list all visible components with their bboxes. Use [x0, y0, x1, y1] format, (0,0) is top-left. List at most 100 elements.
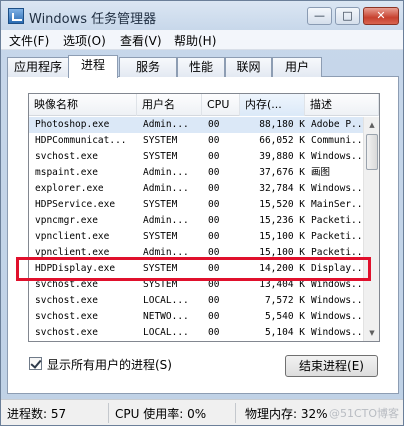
cell-image-name: vpncmgr.exe	[35, 215, 98, 226]
table-row[interactable]: svchost.exe NETWO... 00 5,540 K Windows...	[29, 309, 365, 325]
menu-bar: 文件(F) 选项(O) 查看(V) 帮助(H)	[1, 30, 403, 50]
cell-user-name: LOCAL...	[143, 327, 189, 338]
table-row[interactable]: explorer.exe Admin... 00 32,784 K Windows...	[29, 181, 365, 197]
cell-memory: 32,784 K	[259, 183, 305, 194]
cell-description: MainSer...	[311, 199, 365, 210]
tab-users[interactable]: 用户	[272, 57, 322, 77]
cell-cpu: 00	[208, 119, 220, 130]
close-button[interactable]: ✕	[363, 7, 399, 25]
tab-applications[interactable]: 应用程序	[7, 57, 69, 77]
tab-processes[interactable]: 进程	[68, 55, 118, 78]
menu-options[interactable]: 选项(O)	[63, 32, 106, 49]
table-row[interactable]: Photoshop.exe Admin... 00 88,180 K Adobe P..…	[29, 117, 365, 133]
task-manager-window: Windows 任务管理器 — □ ✕ 文件(F) 选项(O) 查看(V) 帮助…	[0, 0, 404, 426]
cell-image-name: svchost.exe	[35, 151, 98, 162]
cell-cpu: 00	[208, 311, 220, 322]
tab-services[interactable]: 服务	[119, 57, 177, 77]
cell-cpu: 00	[208, 215, 220, 226]
cell-cpu: 00	[208, 295, 220, 306]
window-title: Windows 任务管理器	[29, 12, 157, 27]
cell-description: Windows...	[311, 311, 365, 322]
cell-image-name: svchost.exe	[35, 311, 98, 322]
cell-memory: 88,180 K	[259, 119, 305, 130]
cell-user-name: SYSTEM	[143, 231, 178, 242]
process-rows: Photoshop.exe Admin... 00 88,180 K Adobe P..…	[29, 117, 365, 341]
column-memory[interactable]: 内存(...	[240, 94, 305, 116]
minimize-button[interactable]: —	[307, 7, 332, 25]
cell-memory: 5,104 K	[264, 327, 305, 338]
menu-help[interactable]: 帮助(H)	[174, 32, 216, 49]
checkbox-checked-icon[interactable]	[29, 357, 42, 370]
show-all-users-label: 显示所有用户的进程(S)	[47, 358, 172, 372]
cell-cpu: 00	[208, 151, 220, 162]
column-headers: 映像名称 用户名 CPU 内存(... 描述	[29, 94, 379, 116]
menu-view[interactable]: 查看(V)	[120, 32, 162, 49]
table-row[interactable]: mspaint.exe Admin... 00 37,676 K 画图	[29, 165, 363, 181]
cell-description: Packeti...	[311, 231, 365, 242]
cell-cpu: 00	[208, 135, 220, 146]
scroll-thumb[interactable]	[366, 134, 378, 170]
vertical-scrollbar[interactable]: ▲ ▼	[363, 117, 379, 341]
column-description[interactable]: 描述	[305, 94, 379, 116]
cell-image-name: vpnclient.exe	[35, 231, 110, 242]
cell-memory: 7,572 K	[264, 295, 305, 306]
column-user-name[interactable]: 用户名	[137, 94, 202, 116]
table-row[interactable]: HDPService.exe SYSTEM 00 15,520 K MainSer...	[29, 197, 365, 213]
status-process-count: 进程数: 57	[7, 407, 67, 421]
cell-image-name: svchost.exe	[35, 295, 98, 306]
cell-user-name: SYSTEM	[143, 151, 178, 162]
cell-memory: 15,100 K	[259, 231, 305, 242]
maximize-button[interactable]: □	[335, 7, 360, 25]
end-process-button[interactable]: 结束进程(E)	[285, 355, 378, 377]
table-row[interactable]: vpnclient.exe SYSTEM 00 15,100 K Packeti...	[29, 229, 365, 245]
cell-description: Windows...	[311, 151, 365, 162]
title-bar[interactable]: Windows 任务管理器 — □ ✕	[1, 1, 403, 31]
cell-description: Communi...	[311, 135, 365, 146]
table-row[interactable]: svchost.exe LOCAL... 00 7,572 K Windows...	[29, 293, 365, 309]
cell-memory: 37,676 K	[259, 167, 305, 178]
table-row[interactable]: svchost.exe LOCAL... 00 5,104 K Windows...	[29, 325, 365, 341]
cell-memory: 15,236 K	[259, 215, 305, 226]
scroll-down-icon[interactable]: ▼	[365, 326, 379, 340]
cell-user-name: NETWO...	[143, 311, 189, 322]
column-image-name[interactable]: 映像名称	[29, 94, 137, 116]
cell-user-name: Admin...	[143, 167, 189, 178]
cell-image-name: svchost.exe	[35, 327, 98, 338]
table-row[interactable]: svchost.exe SYSTEM 00 39,880 K Windows...	[29, 149, 365, 165]
cell-description: Packeti...	[311, 215, 365, 226]
cell-user-name: Admin...	[143, 119, 189, 130]
menu-file[interactable]: 文件(F)	[9, 32, 49, 49]
cell-description: Windows...	[311, 295, 365, 306]
process-list[interactable]: 映像名称 用户名 CPU 内存(... 描述 Photoshop.exe Admi…	[28, 93, 380, 342]
tab-networking[interactable]: 联网	[225, 57, 272, 77]
cell-cpu: 00	[208, 199, 220, 210]
cell-image-name: Photoshop.exe	[35, 119, 110, 130]
task-manager-icon	[8, 8, 24, 24]
column-cpu[interactable]: CPU	[202, 94, 240, 116]
cell-cpu: 00	[208, 167, 220, 178]
cell-image-name: HDPService.exe	[35, 199, 116, 210]
cell-image-name: HDPCommunicat...	[35, 135, 127, 146]
scroll-up-icon[interactable]: ▲	[365, 118, 379, 132]
cell-description: Adobe P...	[311, 119, 365, 130]
cell-cpu: 00	[208, 231, 220, 242]
cell-user-name: SYSTEM	[143, 135, 178, 146]
status-cpu-usage: CPU 使用率: 0%	[115, 407, 207, 421]
cell-user-name: SYSTEM	[143, 199, 178, 210]
cell-description: 画图	[311, 167, 331, 178]
table-row[interactable]: vpncmgr.exe Admin... 00 15,236 K Packeti...	[29, 213, 365, 229]
cell-cpu: 00	[208, 183, 220, 194]
cell-memory: 5,540 K	[264, 311, 305, 322]
cell-image-name: explorer.exe	[35, 183, 104, 194]
cell-user-name: LOCAL...	[143, 295, 189, 306]
cell-image-name: mspaint.exe	[35, 167, 98, 178]
cell-cpu: 00	[208, 327, 220, 338]
cell-memory: 39,880 K	[259, 151, 305, 162]
table-row[interactable]: HDPCommunicat... SYSTEM 00 66,052 K Communi.…	[29, 133, 365, 149]
cell-memory: 66,052 K	[259, 135, 305, 146]
red-highlight-box	[16, 257, 371, 281]
cell-user-name: Admin...	[143, 215, 189, 226]
tab-performance[interactable]: 性能	[177, 57, 225, 77]
watermark: @51CTO博客	[329, 407, 400, 420]
cell-description: Windows...	[311, 327, 365, 338]
